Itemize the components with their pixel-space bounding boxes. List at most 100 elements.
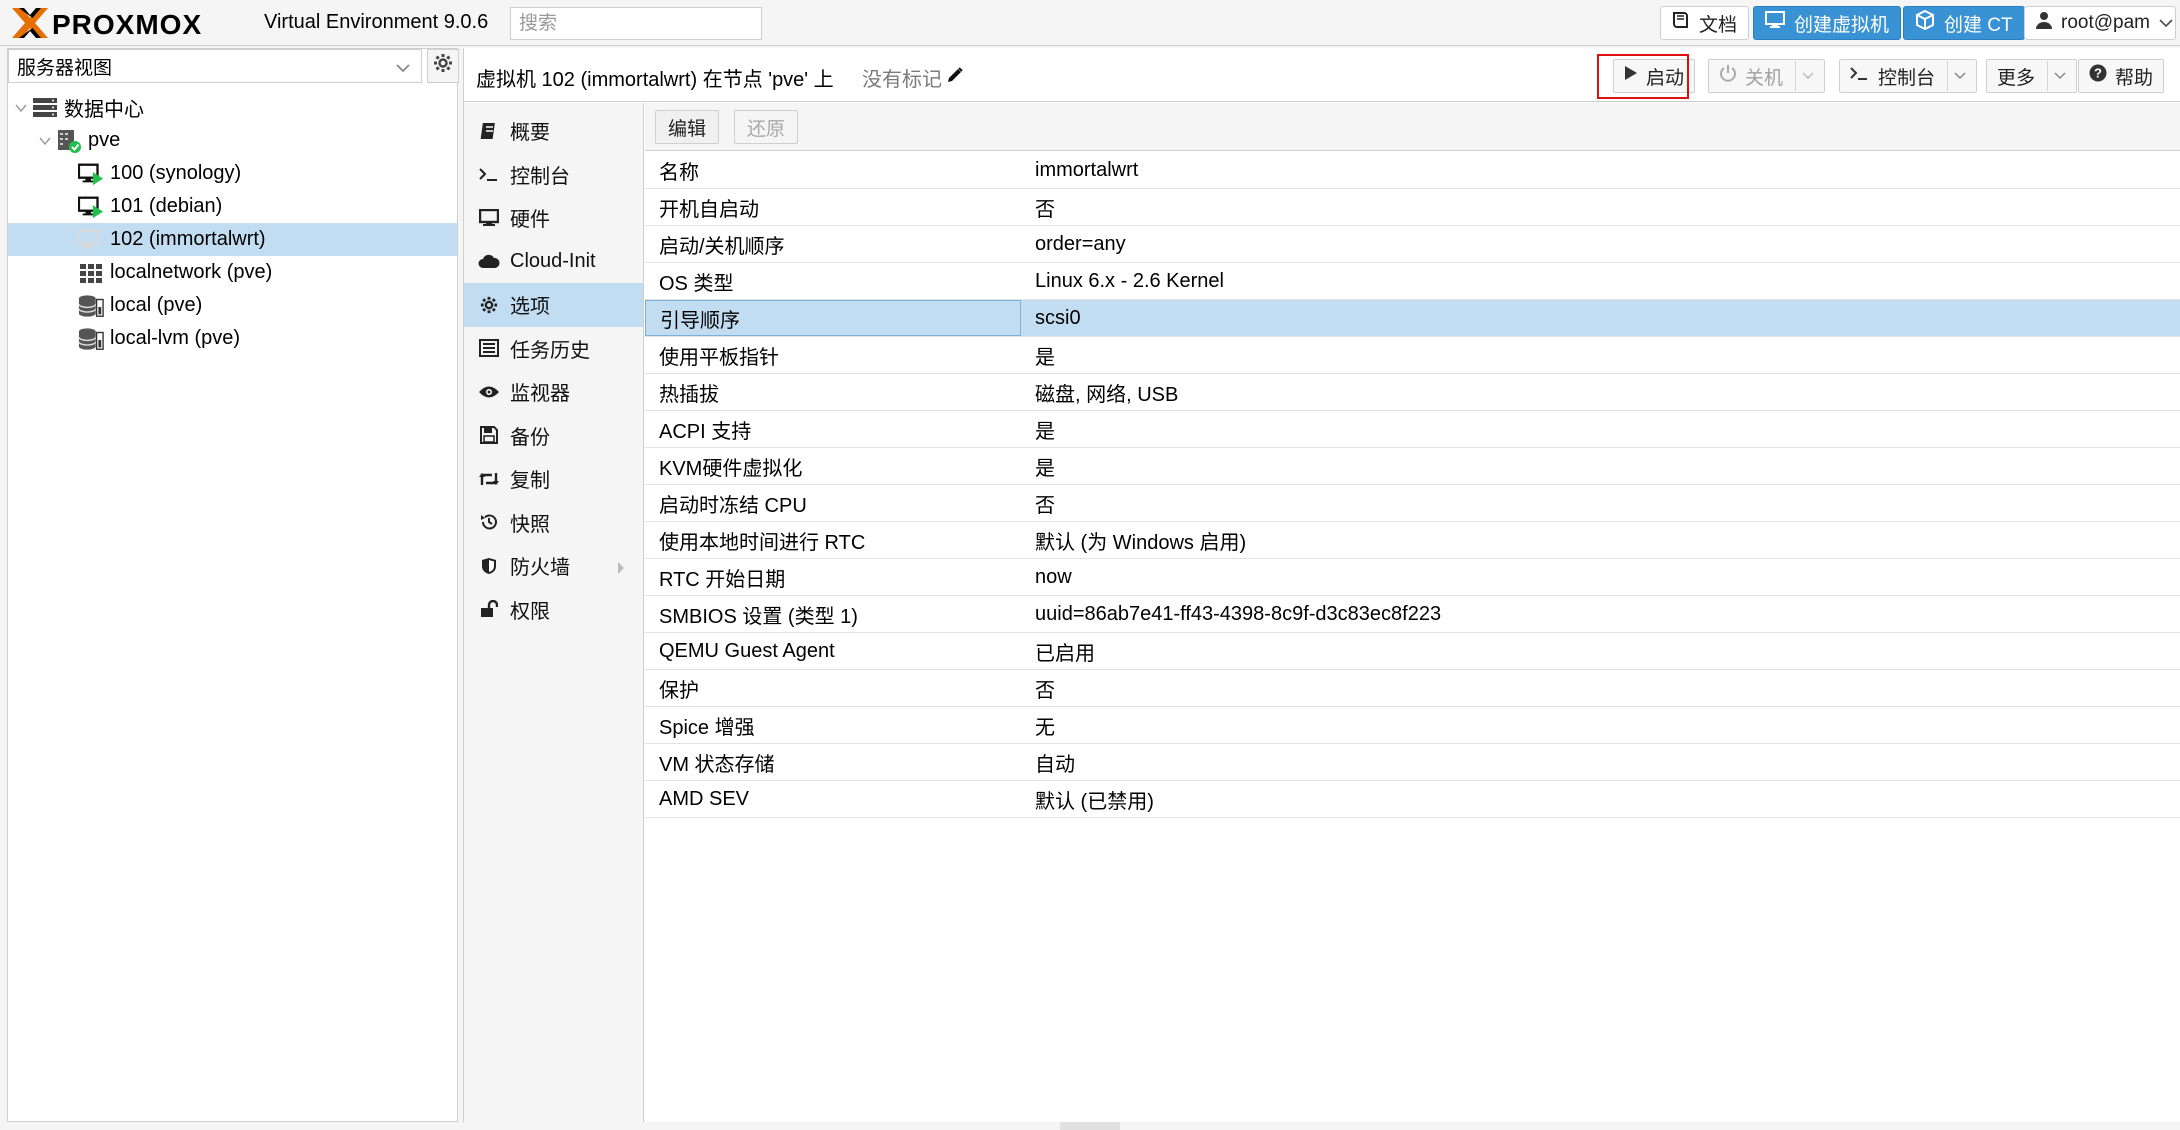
shutdown-button[interactable]: 关机: [1708, 59, 1826, 93]
nav-options[interactable]: 选项: [464, 283, 643, 327]
chevron-down-icon[interactable]: [14, 103, 28, 113]
create-vm-button[interactable]: 创建虚拟机: [1753, 6, 1902, 40]
nav-label: Cloud-Init: [510, 249, 596, 272]
nav-backup[interactable]: 备份: [464, 414, 643, 458]
table-row[interactable]: 开机自启动 否: [645, 189, 2180, 226]
table-row[interactable]: QEMU Guest Agent 已启用: [645, 633, 2180, 670]
revert-button[interactable]: 还原: [734, 110, 799, 144]
table-row[interactable]: 使用本地时间进行 RTC 默认 (为 Windows 启用): [645, 522, 2180, 559]
gear-icon: [478, 294, 500, 316]
tree-node-label: pve: [88, 129, 121, 151]
nav-console[interactable]: 控制台: [464, 153, 643, 197]
tree-node-vm-100[interactable]: 100 (synology): [8, 157, 457, 190]
nav-task-history[interactable]: 任务历史: [464, 327, 643, 371]
console-button[interactable]: 控制台: [1839, 59, 1978, 93]
options-toolbar: 编辑 还原: [645, 103, 2180, 151]
tree-node-localnetwork[interactable]: localnetwork (pve): [8, 256, 457, 289]
table-row[interactable]: KVM硬件虚拟化 是: [645, 448, 2180, 485]
nav-label: 复制: [510, 470, 550, 493]
view-selector[interactable]: 服务器视图: [8, 49, 422, 83]
nav-cloud-init[interactable]: Cloud-Init: [464, 240, 643, 284]
option-value: 无: [1035, 716, 1055, 739]
nav-hardware[interactable]: 硬件: [464, 196, 643, 240]
option-value: 是: [1035, 457, 1055, 480]
tree-node-local-storage[interactable]: local (pve): [8, 289, 457, 322]
terminal-icon: [1850, 65, 1870, 87]
nav-snapshots[interactable]: 快照: [464, 501, 643, 545]
option-key: ACPI 支持: [659, 420, 752, 443]
user-menu-button[interactable]: root@pam: [2024, 6, 2176, 40]
chevron-right-icon[interactable]: [617, 558, 625, 581]
table-row[interactable]: AMD SEV 默认 (已禁用): [645, 781, 2180, 818]
table-row[interactable]: 热插拔 磁盘, 网络, USB: [645, 374, 2180, 411]
question-circle-icon: ?: [2089, 64, 2107, 88]
option-key: 使用平板指针: [659, 346, 779, 369]
table-row[interactable]: 启动时冻结 CPU 否: [645, 485, 2180, 522]
nav-summary[interactable]: 概要: [464, 109, 643, 153]
svg-text:PROXMOX: PROXMOX: [52, 9, 202, 40]
option-key: 引导顺序: [645, 300, 1021, 336]
table-row[interactable]: ACPI 支持 是: [645, 411, 2180, 448]
nav-monitor[interactable]: 监视器: [464, 370, 643, 414]
table-row[interactable]: OS 类型 Linux 6.x - 2.6 Kernel: [645, 263, 2180, 300]
table-row[interactable]: SMBIOS 设置 (类型 1) uuid=86ab7e41-ff43-4398-…: [645, 596, 2180, 633]
logo-x-mark: [12, 8, 48, 38]
tree-node-local-lvm-storage[interactable]: local-lvm (pve): [8, 322, 457, 355]
more-label: 更多: [1997, 67, 2036, 89]
tree-node-pve[interactable]: pve: [8, 124, 457, 157]
nav-replication[interactable]: 复制: [464, 457, 643, 501]
task-history-icon: [478, 337, 500, 359]
unlock-icon: [478, 598, 500, 620]
nav-firewall[interactable]: 防火墙: [464, 544, 643, 588]
options-panel: 编辑 还原 名称 immortalwrt 开机自启动否 启动/关机顺序 order=…: [645, 103, 2180, 1122]
option-value: 默认 (为 Windows 启用): [1035, 531, 1247, 554]
table-row[interactable]: 启动/关机顺序 order=any: [645, 226, 2180, 263]
create-vm-label: 创建虚拟机: [1794, 14, 1890, 36]
table-row[interactable]: 保护 否: [645, 670, 2180, 707]
vm-running-icon: [78, 161, 104, 187]
chevron-down-icon[interactable]: [1795, 61, 1814, 91]
storage-icon: [78, 326, 104, 352]
docs-button[interactable]: 文档: [1660, 6, 1750, 40]
chevron-down-icon[interactable]: [38, 136, 52, 146]
nav-permissions[interactable]: 权限: [464, 588, 643, 632]
table-row[interactable]: 使用平板指针 是: [645, 337, 2180, 374]
node-online-icon: [56, 128, 82, 154]
nav-label: 概要: [510, 122, 550, 145]
table-row[interactable]: 名称 immortalwrt: [645, 152, 2180, 189]
table-row[interactable]: 引导顺序 scsi0: [645, 300, 2180, 337]
log-panel-splitter[interactable]: [1060, 1122, 1120, 1130]
option-value: 否: [1035, 679, 1055, 702]
tree-node-vm-101[interactable]: 101 (debian): [8, 190, 457, 223]
vm-running-icon: [78, 194, 104, 220]
nav-label: 权限: [510, 600, 550, 623]
shutdown-label: 关机: [1745, 67, 1784, 89]
version-label: Virtual Environment 9.0.6: [264, 11, 489, 33]
user-icon: [2036, 11, 2052, 35]
option-value: 默认 (已禁用): [1035, 790, 1154, 813]
edit-button[interactable]: 编辑: [655, 110, 720, 144]
chevron-down-icon[interactable]: [1947, 61, 1966, 91]
option-key: 启动时冻结 CPU: [659, 494, 807, 517]
create-ct-button[interactable]: 创建 CT: [1903, 6, 2025, 40]
option-key: SMBIOS 设置 (类型 1): [659, 605, 858, 628]
tree-settings-button[interactable]: [427, 49, 459, 83]
help-button[interactable]: ? 帮助: [2078, 59, 2165, 93]
power-icon: [1719, 64, 1737, 88]
revert-label: 还原: [747, 118, 786, 140]
tags-label: 没有标记: [862, 69, 942, 91]
tree-node-datacenter[interactable]: 数据中心: [8, 91, 457, 124]
tree-node-vm-102[interactable]: 102 (immortalwrt): [8, 223, 457, 256]
help-label: 帮助: [2115, 67, 2154, 89]
tags-editor[interactable]: 没有标记: [862, 63, 964, 92]
nav-label: 任务历史: [510, 339, 590, 362]
table-row[interactable]: RTC 开始日期 now: [645, 559, 2180, 596]
table-row[interactable]: VM 状态存储 自动: [645, 744, 2180, 781]
network-icon: [78, 260, 104, 286]
more-button[interactable]: 更多: [1986, 59, 2078, 93]
proxmox-logo[interactable]: PROXMOX: [10, 4, 260, 42]
search-input[interactable]: [510, 7, 762, 40]
table-row[interactable]: Spice 增强 无: [645, 707, 2180, 744]
nav-label: 控制台: [510, 165, 570, 188]
nav-label: 选项: [510, 296, 550, 319]
